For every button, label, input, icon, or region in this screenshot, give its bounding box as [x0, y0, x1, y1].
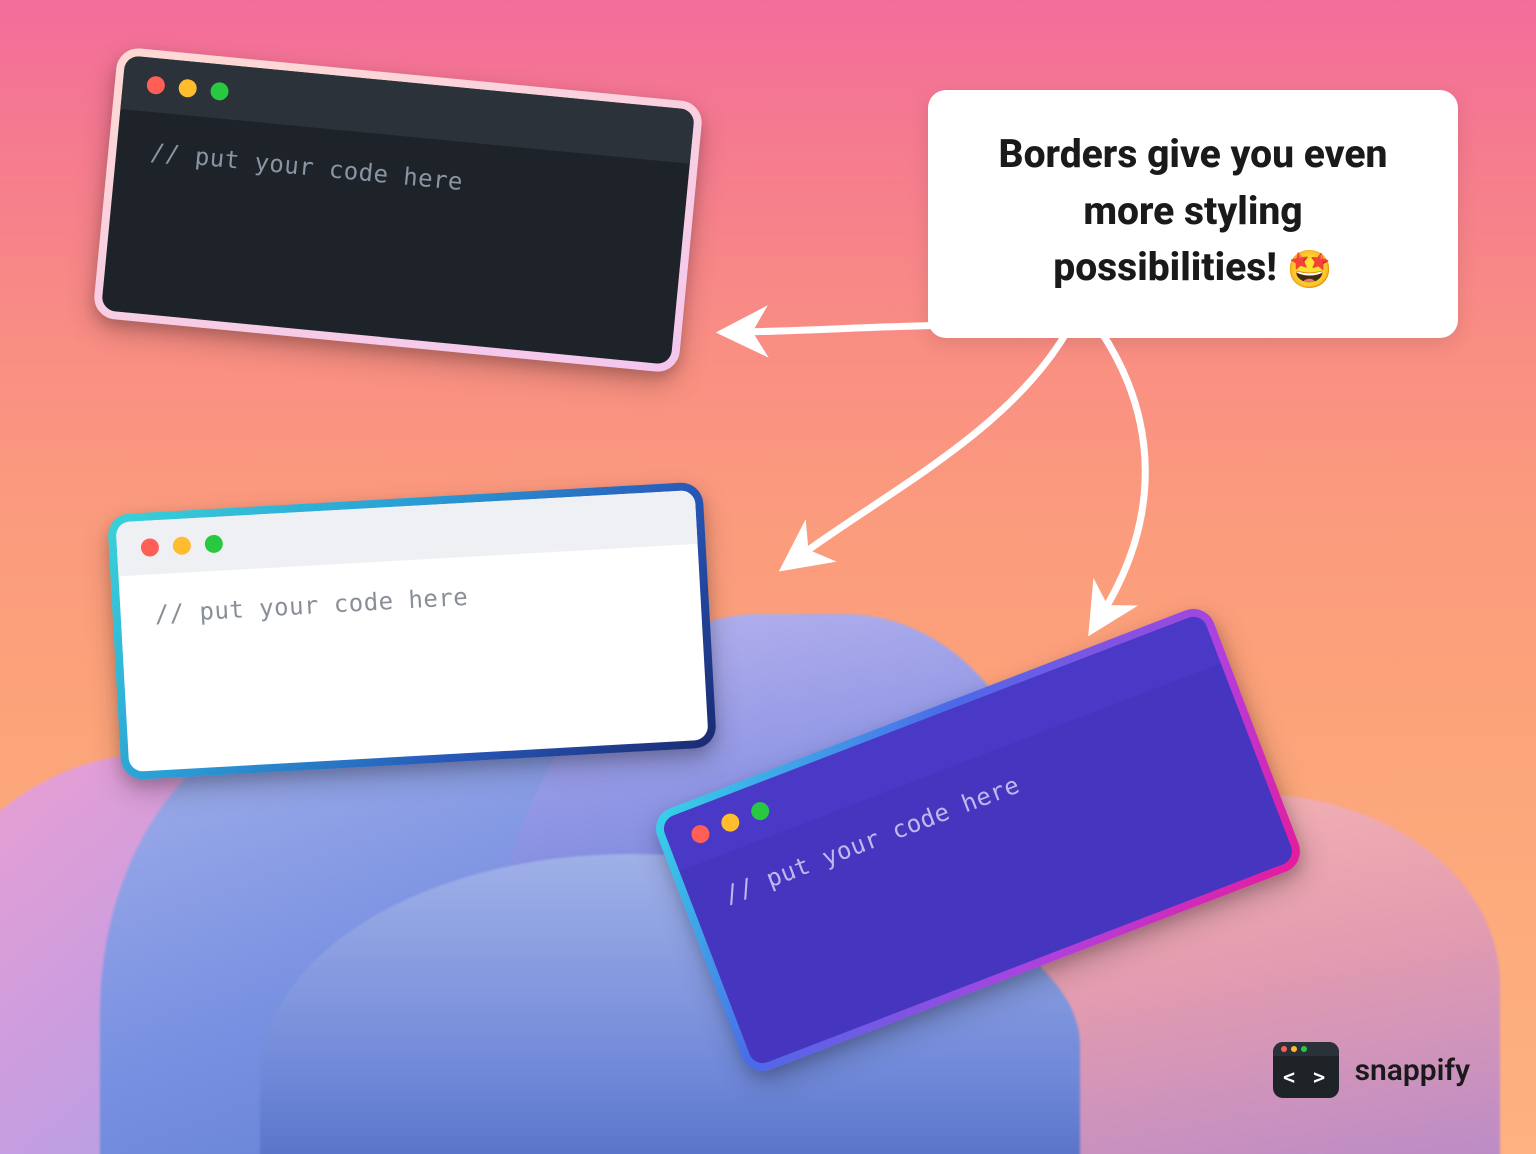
traffic-light-close-icon — [689, 822, 712, 845]
brand-logo: < > snappify — [1273, 1042, 1470, 1098]
traffic-light-min-icon — [719, 811, 742, 834]
brand-name: snappify — [1355, 1053, 1470, 1088]
brand-logo-mark: < > — [1273, 1042, 1339, 1098]
traffic-light-close-icon — [146, 75, 166, 95]
traffic-light-min-icon — [172, 536, 191, 555]
traffic-light-max-icon — [204, 534, 223, 553]
traffic-light-min-icon — [178, 78, 198, 98]
traffic-light-close-icon — [140, 538, 159, 557]
starstruck-emoji-icon: 🤩 — [1287, 249, 1333, 292]
code-comment: // put your code here — [149, 138, 464, 196]
code-window-light: // put your code here — [107, 482, 717, 781]
code-window-dark: // put your code here — [92, 46, 703, 373]
code-comment: // put your code here — [154, 583, 469, 628]
logo-titlebar-icon — [1273, 1042, 1339, 1056]
traffic-light-max-icon — [210, 82, 230, 102]
code-body: // put your code here — [118, 544, 708, 772]
window-inner: // put your code here — [101, 55, 695, 365]
window-inner: // put your code here — [115, 490, 708, 772]
brand-glyph: < > — [1273, 1056, 1339, 1098]
callout-box: Borders give you even more styling possi… — [928, 90, 1458, 338]
traffic-light-max-icon — [749, 800, 772, 823]
